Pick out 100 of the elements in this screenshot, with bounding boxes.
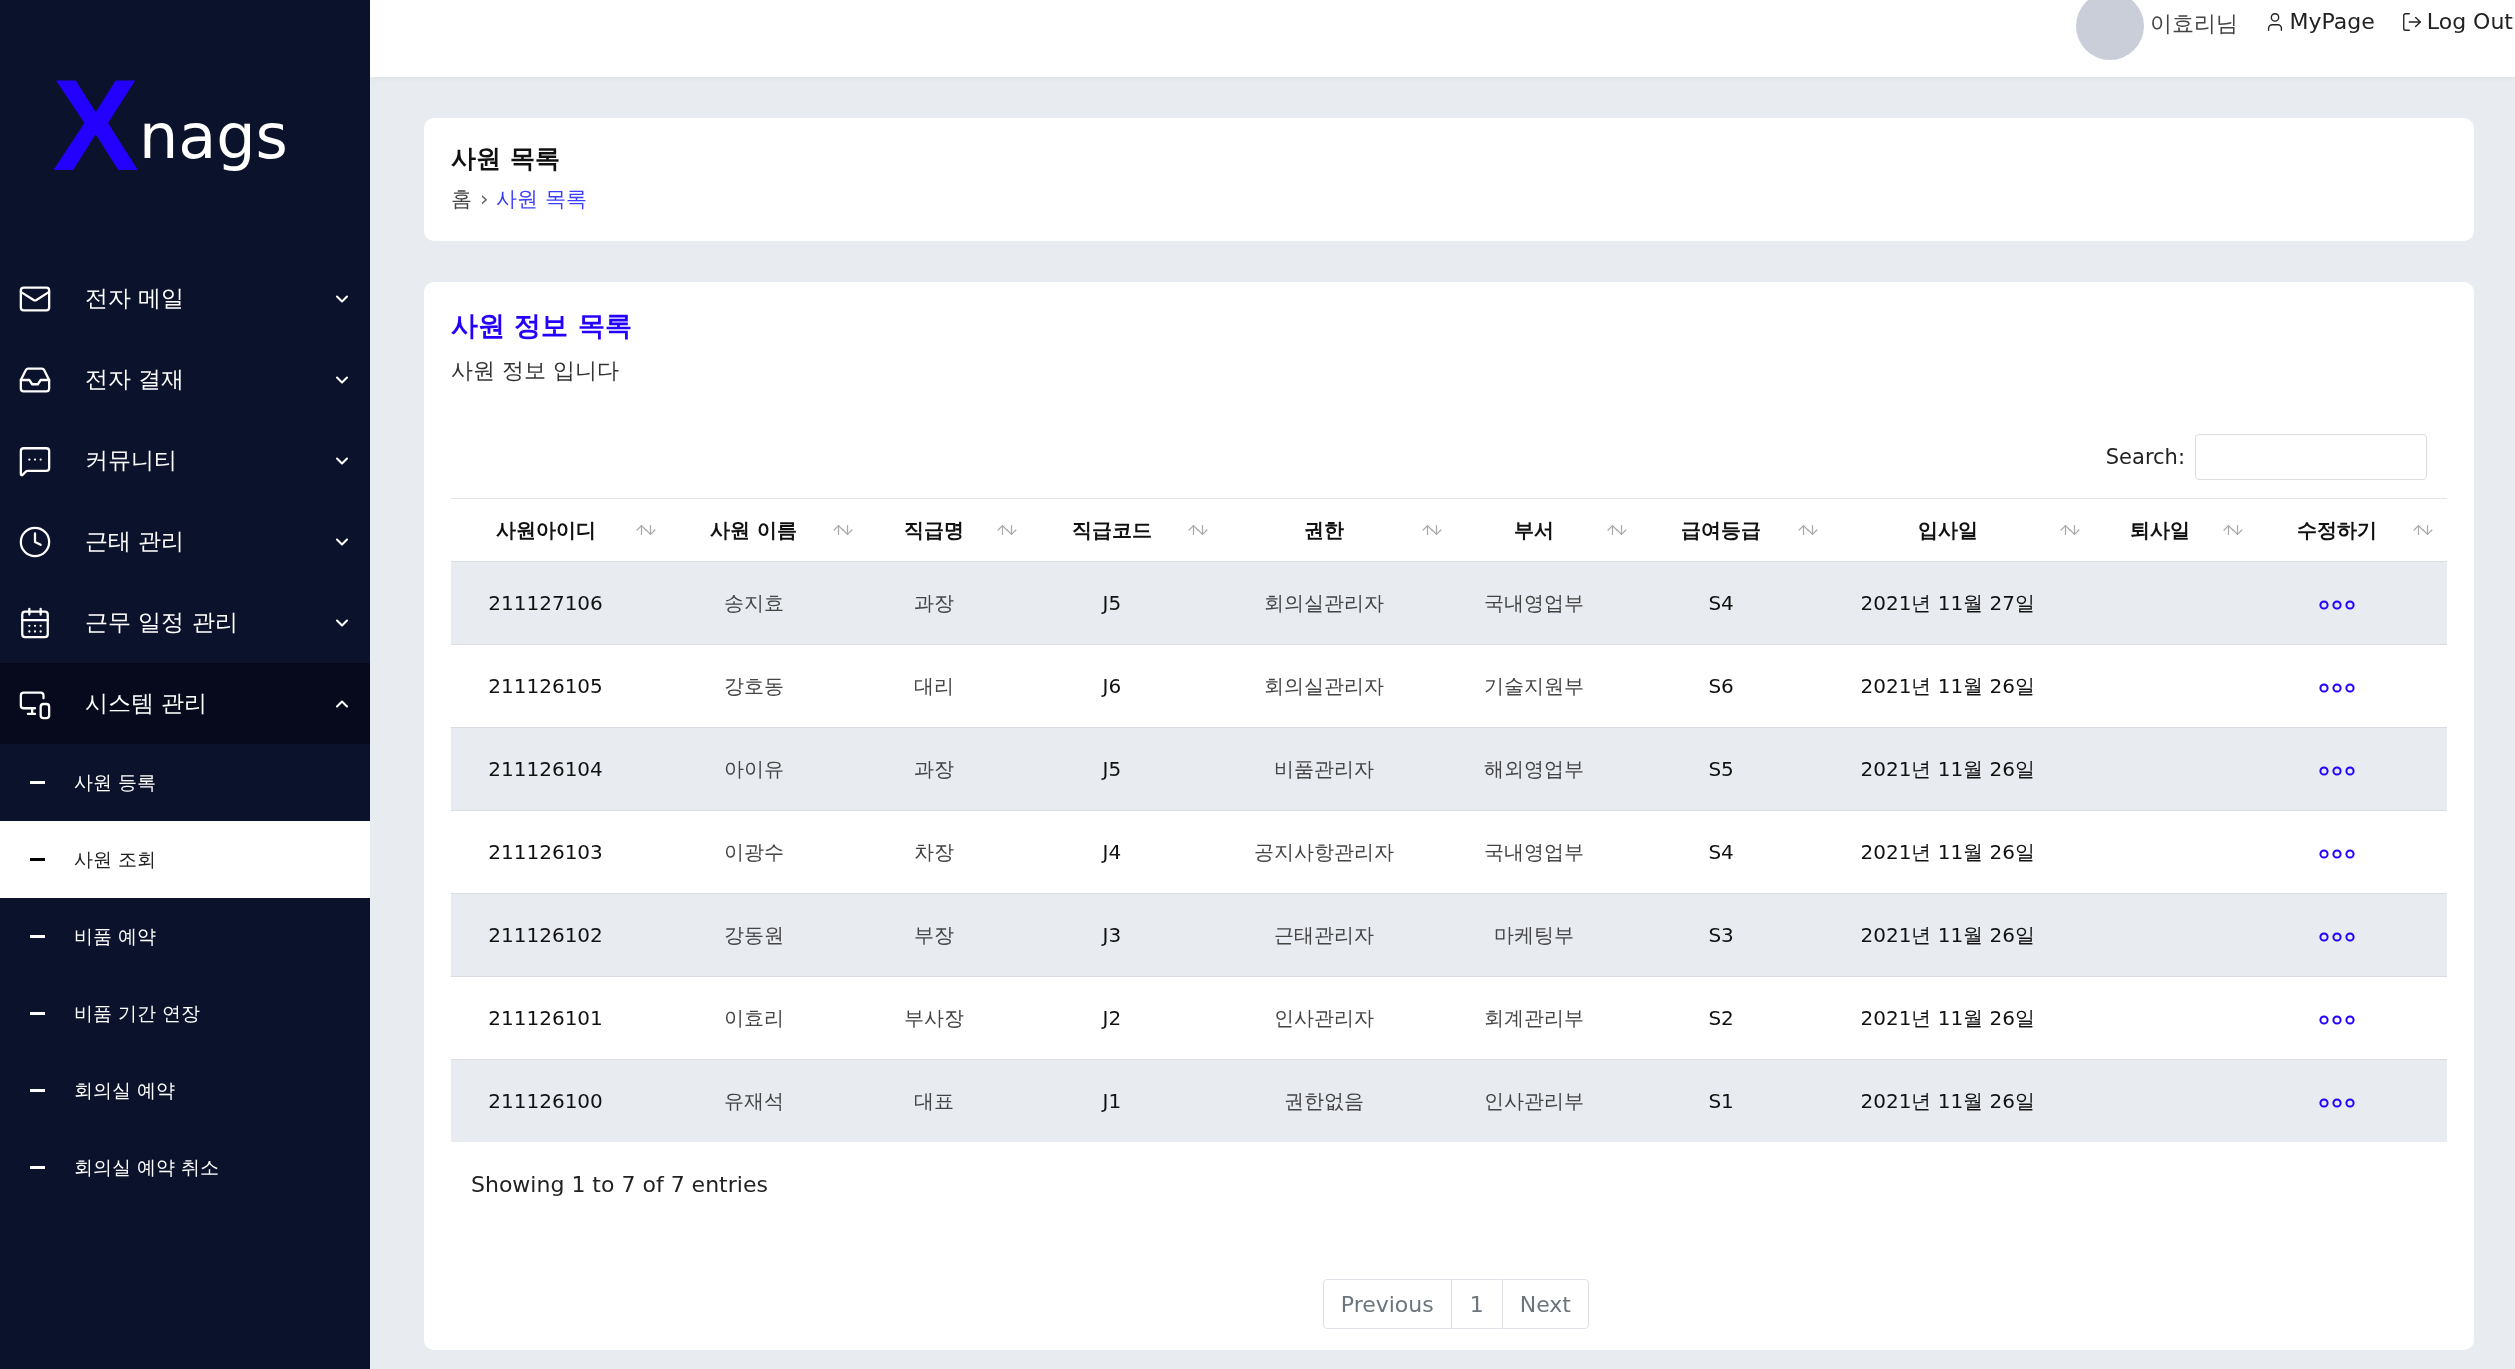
three-dots-icon [2318,932,2355,942]
table-cell: 차장 [867,810,1032,894]
clock-icon [18,524,52,559]
calendar-icon [18,605,52,640]
sidebar-menu-item[interactable]: 근무 일정 관리 [0,582,370,663]
table-cell: 2021년 11월 27일 [1831,561,2094,645]
pagination-button[interactable]: Previous [1322,1279,1452,1329]
table-cell: 과장 [867,727,1032,811]
column-header[interactable]: 입사일 [1831,498,2094,562]
table-cell: S2 [1640,976,1832,1060]
table-cell: 회의실관리자 [1222,644,1457,728]
table-cell: J6 [1031,644,1223,728]
breadcrumb-link[interactable]: 홈 [451,185,472,213]
table-cell: 해외영업부 [1456,727,1641,811]
column-header[interactable]: 사원아이디 [451,498,671,562]
search-field[interactable] [2195,434,2427,480]
three-dots-icon [2318,1098,2355,1108]
table-cell: 부사장 [867,976,1032,1060]
table-cell: 211126101 [451,976,671,1060]
pagination-button[interactable]: Next [1501,1279,1589,1329]
table-cell: 대리 [867,644,1032,728]
header-link[interactable]: MyPage [2263,9,2375,34]
table-cell: 권한없음 [1222,1059,1457,1142]
table-info: Showing 1 to 7 of 7 entries [471,1172,769,1197]
table-cell: 211126102 [451,893,671,977]
sidebar-menu-item[interactable]: 근태 관리 [0,501,370,582]
more-button[interactable] [2318,683,2355,693]
table-cell: 공지사항관리자 [1222,810,1457,894]
column-header[interactable]: 사원 이름 [670,498,868,562]
more-button[interactable] [2318,600,2355,610]
table-cell: 이효리 [670,976,868,1060]
table-cell: 이광수 [670,810,868,894]
logout-icon [2400,10,2423,33]
table-cell: 211126103 [451,810,671,894]
column-header[interactable]: 직급코드 [1031,498,1223,562]
table-cell: S1 [1640,1059,1832,1142]
column-header[interactable]: 직급명 [867,498,1032,562]
sort-icon [2411,522,2435,538]
breadcrumb-separator: › [480,187,489,211]
three-dots-icon [2318,683,2355,693]
column-header[interactable]: 퇴사일 [2093,498,2257,562]
table-cell: S4 [1640,810,1832,894]
submenu-item[interactable]: 사원 등록 [0,744,370,821]
card-title: 사원 정보 목록 [451,309,633,343]
column-header[interactable]: 부서 [1456,498,1641,562]
submenu-item[interactable]: 사원 조회 [0,821,370,898]
logo-text: nags [138,99,288,173]
table-cell: 기술지원부 [1456,644,1641,728]
three-dots-icon [2318,849,2355,859]
table-cell: S6 [1640,644,1832,728]
more-button[interactable] [2318,849,2355,859]
table-cell: S4 [1640,561,1832,645]
table-cell: 211126100 [451,1059,671,1142]
submenu-item[interactable]: 비품 예약 [0,898,370,975]
more-button[interactable] [2318,932,2355,942]
table-cell: J5 [1031,561,1223,645]
sidebar-menu-item[interactable]: 커뮤니티 [0,420,370,501]
submenu-item[interactable]: 비품 기간 연장 [0,975,370,1052]
table-cell: J4 [1031,810,1223,894]
table-cell: 211126104 [451,727,671,811]
more-button[interactable] [2318,1015,2355,1025]
sidebar-menu-item[interactable]: 시스템 관리 [0,663,370,744]
table-cell: J5 [1031,727,1223,811]
table-cell: 유재석 [670,1059,868,1142]
table-cell: 마케팅부 [1456,893,1641,977]
breadcrumb-link[interactable]: 사원 목록 [496,185,588,213]
column-header[interactable]: 수정하기 [2256,498,2447,562]
table-cell: 부장 [867,893,1032,977]
pagination-button[interactable]: 1 [1450,1279,1503,1329]
table-cell: 인사관리부 [1456,1059,1641,1142]
table-cell: J1 [1031,1059,1223,1142]
submenu-item[interactable]: 회의실 예약 [0,1052,370,1129]
table-cell: 강동원 [670,893,868,977]
submenu-item[interactable]: 회의실 예약 취소 [0,1129,370,1206]
more-button[interactable] [2318,766,2355,776]
table-cell: 2021년 11월 26일 [1831,893,2094,977]
search-label: Search: [2105,445,2185,469]
three-dots-icon [2318,1015,2355,1025]
table-cell: 비품관리자 [1222,727,1457,811]
page-title: 사원 목록 [451,143,561,175]
table-cell: 송지효 [670,561,868,645]
table-cell: 근태관리자 [1222,893,1457,977]
sidebar-menu-item[interactable]: 전자 결재 [0,339,370,420]
table-cell: 아이유 [670,727,868,811]
table-cell: 2021년 11월 26일 [1831,1059,2094,1142]
table-cell: 2021년 11월 26일 [1831,727,2094,811]
table-cell: 211127106 [451,561,671,645]
table-cell: 인사관리자 [1222,976,1457,1060]
more-button[interactable] [2318,1098,2355,1108]
table-cell: 211126105 [451,644,671,728]
header-link[interactable]: Log Out [2400,9,2513,34]
table-cell: 강호동 [670,644,868,728]
logo-mark: X [52,51,139,200]
table-cell: 대표 [867,1059,1032,1142]
column-header[interactable]: 급여등급 [1640,498,1832,562]
card-subtitle: 사원 정보 입니다 [451,357,620,385]
column-header[interactable]: 권한 [1222,498,1457,562]
table-cell: 국내영업부 [1456,810,1641,894]
sidebar-menu-item[interactable]: 전자 메일 [0,258,370,339]
user-name: 이효리님 [2149,10,2238,38]
